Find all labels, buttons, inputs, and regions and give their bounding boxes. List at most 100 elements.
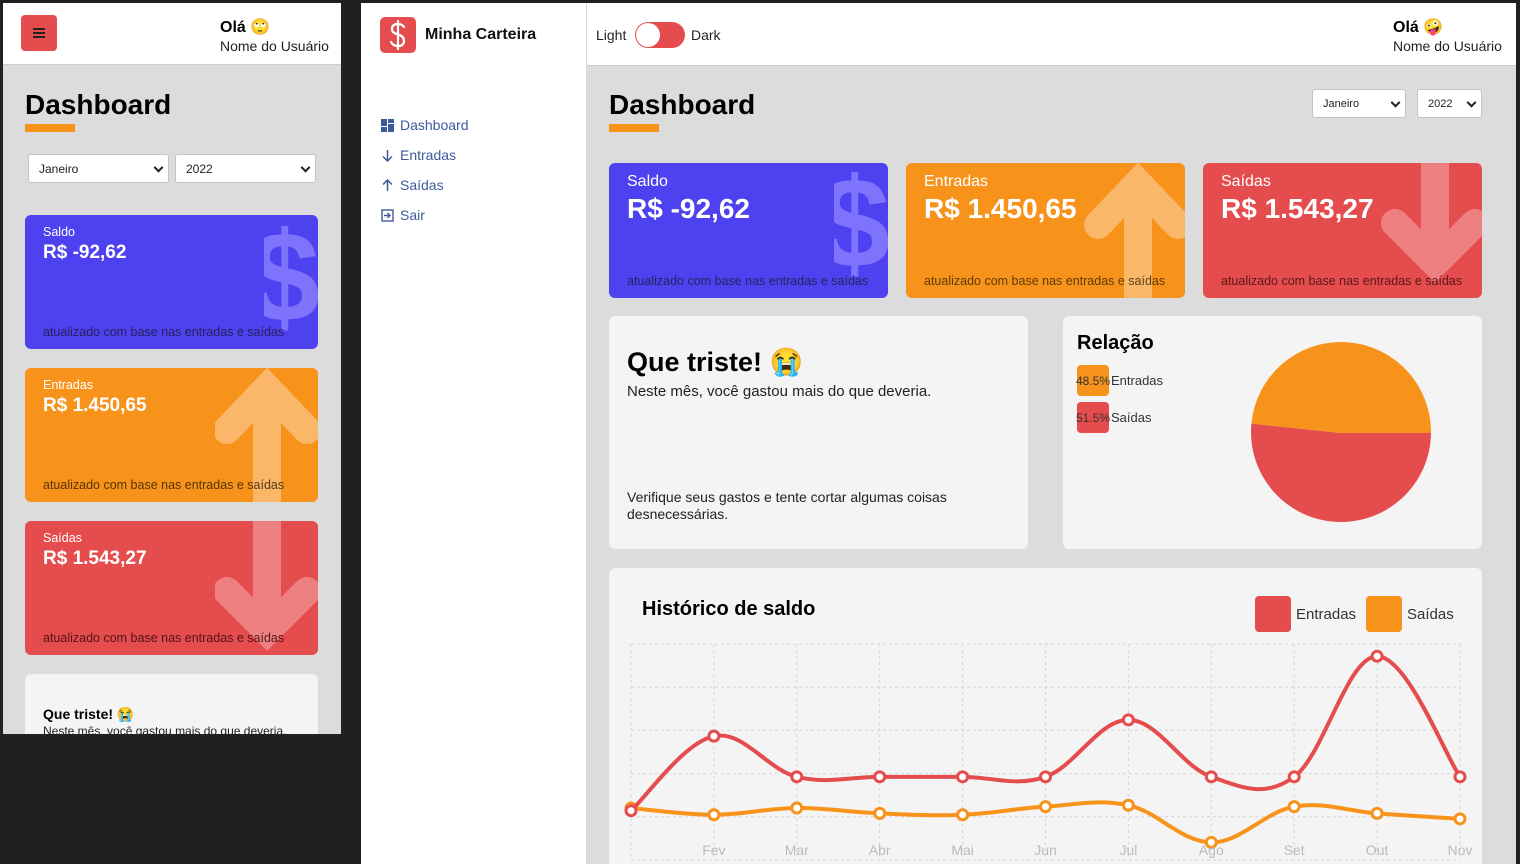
sidebar-item-label: Dashboard — [400, 117, 469, 133]
message-card: Que triste! 😭 Neste mês, você gastou mai… — [25, 674, 318, 734]
message-title-text: Que triste! — [627, 347, 763, 377]
message-card: Que triste! 😭 Neste mês, você gastou mai… — [609, 316, 1028, 549]
sidebar-item-saidas[interactable]: Saídas — [381, 177, 444, 193]
card-title: Entradas — [924, 173, 989, 190]
data-point-saídas-fev[interactable] — [707, 808, 721, 822]
saldo-card: $ Saldo R$ -92,62 atualizado com base na… — [609, 163, 888, 298]
legend-item-entradas: 48.5% Entradas — [1076, 365, 1163, 396]
message-title: Que triste! 😭 — [43, 706, 134, 723]
data-point-entradas-ago[interactable] — [1204, 770, 1218, 784]
entradas-card: Entradas R$ 1.450,65 atualizado com base… — [25, 368, 318, 502]
greeting-text: Olá — [1393, 19, 1419, 36]
relacao-card: Relação 48.5% Entradas 51.5% Saídas — [1063, 316, 1482, 549]
data-point-saídas-jul[interactable] — [1121, 798, 1135, 812]
data-point-entradas-nov[interactable] — [1453, 770, 1467, 784]
data-point-saídas-mai[interactable] — [956, 808, 970, 822]
user-name: Nome do Usuário — [1393, 38, 1502, 54]
x-tick-label: Nov — [1448, 842, 1473, 858]
title-underline — [609, 124, 659, 132]
card-footer: atualizado com base nas entradas e saída… — [627, 274, 869, 288]
month-select-value: Janeiro — [39, 161, 79, 176]
data-point-saídas-set[interactable] — [1287, 800, 1301, 814]
desktop-main: Light Dark Olá 🤪 Nome do Usuário Dashboa… — [587, 3, 1516, 864]
greeting: Olá 🤪 — [1393, 17, 1443, 37]
greeting-text: Olá — [220, 19, 246, 36]
crying-emoji-icon: 😭 — [769, 347, 804, 377]
data-point-saídas-mar[interactable] — [790, 801, 804, 815]
card-title: Saídas — [1221, 173, 1271, 190]
crying-emoji-icon: 😭 — [116, 706, 135, 722]
data-point-entradas-out[interactable] — [1370, 649, 1384, 663]
data-point-entradas-mai[interactable] — [956, 770, 970, 784]
data-point-entradas-jun[interactable] — [1039, 770, 1052, 784]
theme-toggle[interactable] — [635, 22, 685, 48]
x-tick-label: Jul — [1119, 842, 1137, 858]
menu-toggle-button[interactable] — [21, 15, 57, 51]
data-point-entradas-abr[interactable] — [873, 770, 887, 784]
dollar-icon: $ — [834, 163, 888, 291]
year-select[interactable]: 2022 — [175, 154, 316, 183]
year-select[interactable]: 2022 — [1417, 89, 1482, 118]
card-amount: R$ -92,62 — [627, 193, 750, 224]
card-footer: atualizado com base nas entradas e saída… — [924, 274, 1166, 288]
month-select[interactable]: Janeiro — [1312, 89, 1406, 118]
line-chart: Fev Mar Abr Mai Jun Jul Ago Set Out Nov — [624, 643, 1473, 861]
pie-slice-saidas — [1251, 423, 1431, 523]
card-amount: R$ 1.543,27 — [1221, 193, 1374, 224]
data-point-entradas-set[interactable] — [1287, 770, 1301, 784]
card-footer: atualizado com base nas entradas e saída… — [43, 478, 285, 492]
sidebar-item-dashboard[interactable]: Dashboard — [381, 117, 469, 133]
x-tick-label: Set — [1284, 842, 1305, 858]
month-select[interactable]: Janeiro — [28, 154, 169, 183]
toggle-dark-label: Dark — [691, 27, 721, 43]
data-point-saídas-jun[interactable] — [1039, 800, 1052, 814]
arrow-down-icon — [382, 149, 393, 162]
mobile-view: Olá 🙄 Nome do Usuário Dashboard Janeiro … — [3, 3, 341, 734]
data-point-saídas-out[interactable] — [1370, 806, 1384, 820]
data-point-entradas-jan[interactable] — [624, 804, 638, 818]
sidebar-item-label: Saídas — [400, 177, 444, 193]
saldo-card: $ Saldo R$ -92,62 atualizado com base na… — [25, 215, 318, 349]
legend-percent: 48.5% — [1076, 365, 1110, 396]
card-amount: R$ 1.450,65 — [924, 193, 1077, 224]
page-title: Dashboard — [25, 89, 172, 120]
data-point-entradas-mar[interactable] — [790, 770, 804, 784]
pie-slice-entradas — [1251, 342, 1432, 433]
saidas-card: Saídas R$ 1.543,27 atualizado com base n… — [1203, 163, 1482, 298]
title-underline — [25, 124, 75, 132]
saidas-card: Saídas R$ 1.543,27 atualizado com base n… — [25, 521, 318, 655]
x-tick-label: Out — [1366, 842, 1389, 858]
toggle-knob — [636, 23, 660, 47]
data-point-saídas-nov[interactable] — [1453, 812, 1467, 826]
data-point-entradas-jul[interactable] — [1121, 713, 1135, 727]
app-name: Minha Carteira — [425, 26, 537, 43]
relacao-title: Relação — [1077, 332, 1154, 354]
x-tick-label: Ago — [1199, 842, 1224, 858]
sidebar: Minha Carteira Dashboard Entradas Saídas… — [361, 3, 587, 864]
legend-label: Saídas — [1111, 410, 1152, 425]
card-title: Saldo — [43, 225, 75, 239]
history-chart-card: Histórico de saldo Entradas Saídas Fev Ma… — [609, 568, 1482, 864]
menu-icon — [33, 28, 45, 30]
exit-icon — [381, 208, 394, 222]
user-name: Nome do Usuário — [220, 38, 329, 54]
chevron-down-icon — [300, 162, 311, 173]
emoji-icon: 🤪 — [1423, 19, 1444, 36]
data-point-saídas-abr[interactable] — [873, 806, 887, 820]
sidebar-item-sair[interactable]: Sair — [381, 207, 425, 223]
x-tick-label: Mai — [951, 842, 974, 858]
page-title: Dashboard — [609, 89, 756, 120]
svg-text:$: $ — [834, 163, 888, 291]
menu-icon-line — [33, 32, 45, 34]
desktop-header: Light Dark Olá 🤪 Nome do Usuário — [587, 3, 1516, 66]
data-point-entradas-fev[interactable] — [707, 729, 721, 743]
message-title: Que triste! 😭 — [627, 346, 803, 378]
legend-item-saidas: 51.5% Saídas — [1076, 402, 1152, 433]
month-select-value: Janeiro — [1323, 97, 1360, 110]
sidebar-item-label: Entradas — [400, 147, 457, 163]
sidebar-item-entradas[interactable]: Entradas — [381, 147, 456, 163]
pie-chart — [1251, 342, 1432, 523]
message-description: Neste mês, você gastou mais do que dever… — [627, 383, 932, 400]
series-line-entradas — [629, 654, 1462, 813]
card-title: Saldo — [627, 173, 668, 190]
